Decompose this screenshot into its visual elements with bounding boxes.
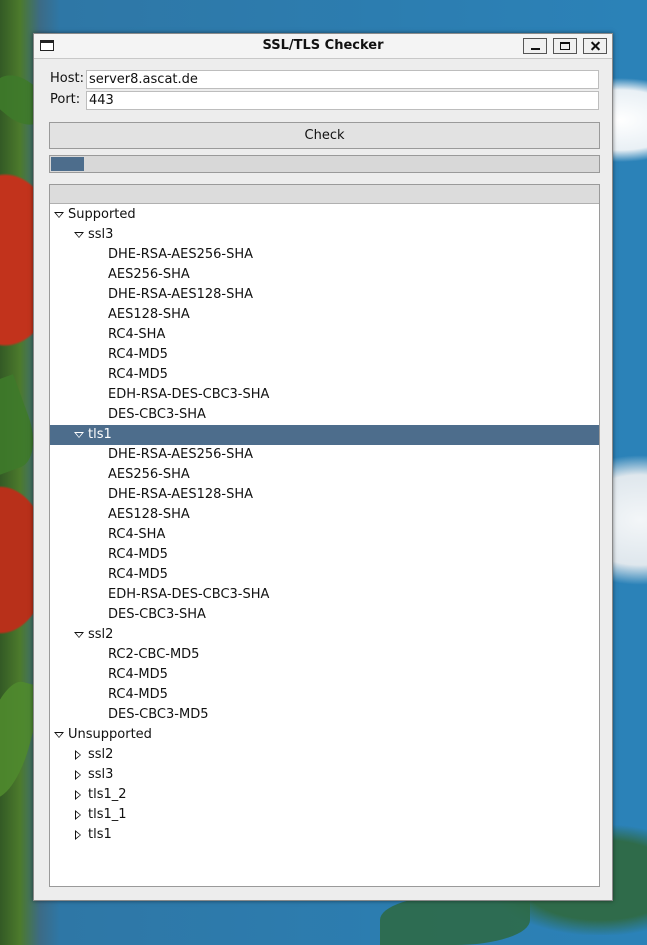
collapsed-triangle-icon[interactable] <box>73 825 83 845</box>
minimize-button[interactable] <box>523 38 547 54</box>
cipher-label: DES-CBC3-SHA <box>108 407 206 422</box>
tree-node-unsupported-ssl3[interactable]: ssl3 <box>50 765 599 785</box>
collapsed-triangle-icon[interactable] <box>73 765 83 785</box>
cipher-label: AES256-SHA <box>108 267 190 282</box>
tree-node-tls1[interactable]: tls1 <box>50 425 599 445</box>
tree-node-unsupported-ssl2[interactable]: ssl2 <box>50 745 599 765</box>
cipher-row[interactable]: AES128-SHA <box>50 305 599 325</box>
cipher-row[interactable]: RC4-MD5 <box>50 365 599 385</box>
title-bar[interactable]: SSL/TLS Checker <box>34 34 612 59</box>
expand-triangle-icon[interactable] <box>53 205 64 225</box>
tree-node-label: Unsupported <box>68 727 152 742</box>
results-tree[interactable]: Supported ssl3 DHE-RSA-AES256-SHA AES256… <box>49 184 600 887</box>
cipher-row[interactable]: DHE-RSA-AES128-SHA <box>50 285 599 305</box>
tree-node-unsupported-tls1_1[interactable]: tls1_1 <box>50 805 599 825</box>
cipher-label: AES128-SHA <box>108 507 190 522</box>
check-button[interactable]: Check <box>49 122 600 149</box>
tree-node-label: tls1 <box>88 827 112 842</box>
cipher-label: RC4-SHA <box>108 527 166 542</box>
cipher-label: AES128-SHA <box>108 307 190 322</box>
collapsed-triangle-icon[interactable] <box>73 785 83 805</box>
cipher-label: RC4-MD5 <box>108 567 168 582</box>
tree-node-ssl3[interactable]: ssl3 <box>50 225 599 245</box>
cipher-label: RC4-SHA <box>108 327 166 342</box>
tree-node-label: ssl2 <box>88 747 114 762</box>
cipher-row[interactable]: AES256-SHA <box>50 265 599 285</box>
tree-node-unsupported[interactable]: Unsupported <box>50 725 599 745</box>
cipher-label: DES-CBC3-SHA <box>108 607 206 622</box>
tree-node-unsupported-tls1_2[interactable]: tls1_2 <box>50 785 599 805</box>
port-input[interactable] <box>86 91 599 110</box>
tree-node-label: ssl3 <box>88 227 114 242</box>
tree-body: Supported ssl3 DHE-RSA-AES256-SHA AES256… <box>50 204 599 845</box>
cipher-row[interactable]: RC4-SHA <box>50 525 599 545</box>
cipher-label: EDH-RSA-DES-CBC3-SHA <box>108 587 270 602</box>
tree-node-ssl2[interactable]: ssl2 <box>50 625 599 645</box>
cipher-label: RC4-MD5 <box>108 547 168 562</box>
expand-triangle-icon[interactable] <box>73 625 84 645</box>
background-leaf <box>380 895 530 945</box>
cipher-label: RC4-MD5 <box>108 367 168 382</box>
cipher-row[interactable]: RC4-SHA <box>50 325 599 345</box>
cipher-row[interactable]: EDH-RSA-DES-CBC3-SHA <box>50 585 599 605</box>
tree-node-label: Supported <box>68 207 136 222</box>
tree-node-label: ssl3 <box>88 767 114 782</box>
cipher-label: DHE-RSA-AES128-SHA <box>108 487 254 502</box>
cipher-label: DHE-RSA-AES128-SHA <box>108 287 254 302</box>
expand-triangle-icon[interactable] <box>73 425 84 445</box>
collapsed-triangle-icon[interactable] <box>73 805 83 825</box>
app-window: SSL/TLS Checker Host: Port: Check Suppor… <box>33 33 613 901</box>
cipher-row[interactable]: RC4-MD5 <box>50 545 599 565</box>
tree-node-label: ssl2 <box>88 627 114 642</box>
cipher-label: RC4-MD5 <box>108 347 168 362</box>
cipher-row[interactable]: AES128-SHA <box>50 505 599 525</box>
cipher-row[interactable]: RC4-MD5 <box>50 565 599 585</box>
tree-node-unsupported-tls1[interactable]: tls1 <box>50 825 599 845</box>
expand-triangle-icon[interactable] <box>73 225 84 245</box>
cipher-row[interactable]: RC4-MD5 <box>50 345 599 365</box>
cipher-label: AES256-SHA <box>108 467 190 482</box>
cipher-row[interactable]: EDH-RSA-DES-CBC3-SHA <box>50 385 599 405</box>
tree-header <box>50 185 599 204</box>
progress-fill <box>51 157 84 171</box>
cipher-label: EDH-RSA-DES-CBC3-SHA <box>108 387 270 402</box>
cipher-row[interactable]: RC2-CBC-MD5 <box>50 645 599 665</box>
port-label: Port: <box>50 92 81 107</box>
host-label: Host: <box>50 71 84 86</box>
expand-triangle-icon[interactable] <box>53 725 64 745</box>
tree-node-supported[interactable]: Supported <box>50 205 599 225</box>
cipher-label: RC4-MD5 <box>108 667 168 682</box>
cipher-row[interactable]: DHE-RSA-AES128-SHA <box>50 485 599 505</box>
tree-node-label: tls1_2 <box>88 787 127 802</box>
progress-bar <box>49 155 600 173</box>
cipher-label: DHE-RSA-AES256-SHA <box>108 247 254 262</box>
cipher-row[interactable]: DHE-RSA-AES256-SHA <box>50 245 599 265</box>
tree-node-label: tls1 <box>88 427 112 442</box>
cipher-row[interactable]: RC4-MD5 <box>50 665 599 685</box>
cipher-row[interactable]: DES-CBC3-SHA <box>50 605 599 625</box>
cipher-row[interactable]: RC4-MD5 <box>50 685 599 705</box>
collapsed-triangle-icon[interactable] <box>73 745 83 765</box>
cipher-label: RC2-CBC-MD5 <box>108 647 200 662</box>
host-input[interactable] <box>86 70 599 89</box>
cipher-row[interactable]: DES-CBC3-SHA <box>50 405 599 425</box>
maximize-button[interactable] <box>553 38 577 54</box>
close-button[interactable] <box>583 38 607 54</box>
tree-node-label: tls1_1 <box>88 807 127 822</box>
cipher-label: DES-CBC3-MD5 <box>108 707 209 722</box>
cipher-row[interactable]: AES256-SHA <box>50 465 599 485</box>
cipher-row[interactable]: DHE-RSA-AES256-SHA <box>50 445 599 465</box>
cipher-label: RC4-MD5 <box>108 687 168 702</box>
cipher-row[interactable]: DES-CBC3-MD5 <box>50 705 599 725</box>
cipher-label: DHE-RSA-AES256-SHA <box>108 447 254 462</box>
